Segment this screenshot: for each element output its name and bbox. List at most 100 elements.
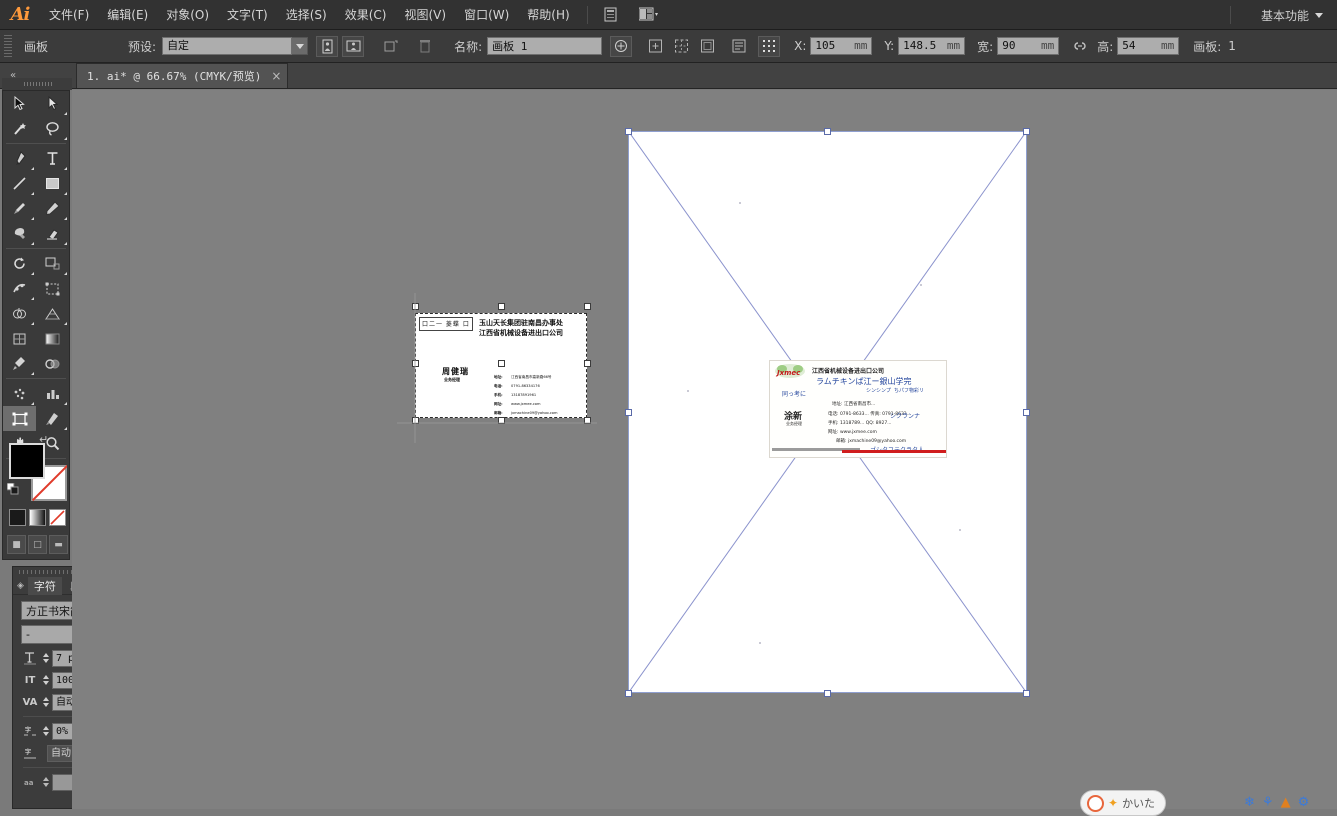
artboard-name-input[interactable] xyxy=(487,37,603,55)
bridge-icon[interactable] xyxy=(600,5,622,25)
gradient-mode-icon[interactable] xyxy=(29,509,46,526)
card-handle-tc[interactable] xyxy=(498,303,505,310)
menu-select[interactable]: 选择(S) xyxy=(277,0,336,30)
card-handle-br[interactable] xyxy=(584,417,591,424)
card-handle-mr[interactable] xyxy=(584,360,591,367)
artboard-handle-bc[interactable] xyxy=(824,690,831,697)
new-artboard-icon[interactable] xyxy=(380,36,402,57)
card-contact-label-4[interactable]: 邮箱: xyxy=(494,411,503,416)
preset-dropdown[interactable]: 自定 xyxy=(162,37,309,55)
card-contact-label-0[interactable]: 地址: xyxy=(494,375,503,380)
card-company-line1[interactable]: 玉山天长集团驻南昌办事处 xyxy=(479,318,563,328)
card-contact-value-1[interactable]: 0791-86334176 xyxy=(511,384,540,388)
perspective-grid-tool[interactable] xyxy=(36,301,69,326)
pencil-tool[interactable] xyxy=(36,196,69,221)
card-contact-value-3[interactable]: www.jxmee.com xyxy=(511,402,541,406)
eyedropper-tool[interactable] xyxy=(3,351,36,376)
artboard-handle-tr[interactable] xyxy=(1023,128,1030,135)
menu-window[interactable]: 窗口(W) xyxy=(455,0,518,30)
lasso-tool[interactable] xyxy=(36,116,69,141)
full-screen-menubar-icon[interactable]: □ xyxy=(28,535,47,554)
artboard-handle-tc[interactable] xyxy=(824,128,831,135)
artboard-handle-tl[interactable] xyxy=(625,128,632,135)
card-contact-label-3[interactable]: 网址: xyxy=(494,402,503,407)
artboard-handle-bl[interactable] xyxy=(625,690,632,697)
pen-tool[interactable] xyxy=(3,146,36,171)
landscape-orientation-icon[interactable] xyxy=(342,35,365,57)
card-handle-bl[interactable] xyxy=(412,417,419,424)
mesh-tool[interactable] xyxy=(3,326,36,351)
tsume-stepper[interactable] xyxy=(41,722,50,740)
document-tab[interactable]: 1. ai* @ 66.67% (CMYK/预览) × xyxy=(76,63,289,88)
reference-point-icon[interactable] xyxy=(758,35,781,57)
width-tool[interactable] xyxy=(3,276,36,301)
artboard-handle-mr[interactable] xyxy=(1023,409,1030,416)
card-contact-label-1[interactable]: 电话: xyxy=(494,384,503,389)
portrait-orientation-icon[interactable] xyxy=(316,35,339,57)
font-size-stepper[interactable] xyxy=(41,649,50,667)
normal-screen-mode-icon[interactable]: ■ xyxy=(7,535,26,554)
menu-edit[interactable]: 编辑(E) xyxy=(98,0,157,30)
rectangle-tool[interactable] xyxy=(36,171,69,196)
center-mark-icon[interactable] xyxy=(644,36,666,57)
cross-hairs-icon[interactable] xyxy=(670,36,692,57)
menu-type[interactable]: 文字(T) xyxy=(218,0,277,30)
blend-tool[interactable] xyxy=(36,351,69,376)
gradient-tool[interactable] xyxy=(36,326,69,351)
direct-selection-tool[interactable] xyxy=(36,91,69,116)
card-contact-value-2[interactable]: 13187891961 xyxy=(511,393,536,397)
width-input[interactable]: 90 mm xyxy=(997,37,1060,55)
menu-object[interactable]: 对象(O) xyxy=(157,0,218,30)
magic-wand-tool[interactable] xyxy=(3,116,36,141)
artboard-handle-br[interactable] xyxy=(1023,690,1030,697)
blob-brush-tool[interactable] xyxy=(3,221,36,246)
line-segment-tool[interactable] xyxy=(3,171,36,196)
toolbar-grip[interactable] xyxy=(2,78,72,90)
menu-file[interactable]: 文件(F) xyxy=(40,0,98,30)
fill-swatch[interactable] xyxy=(9,443,45,479)
control-bar-grip[interactable] xyxy=(4,35,12,57)
flower-icon[interactable]: ⚘ xyxy=(1262,795,1274,810)
panel-expand-icon[interactable]: ◈ xyxy=(17,581,24,591)
card-contact-label-2[interactable]: 手机: xyxy=(494,393,503,398)
kerning-stepper[interactable] xyxy=(41,693,50,711)
y-input[interactable]: 148.5 mm xyxy=(898,37,966,55)
move-copy-artwork-icon[interactable] xyxy=(610,35,633,57)
settings-icon[interactable]: ⚙ xyxy=(1298,795,1310,810)
eraser-tool[interactable] xyxy=(36,221,69,246)
card-handle-center[interactable] xyxy=(498,360,505,367)
constrain-proportions-icon[interactable] xyxy=(1069,36,1091,57)
paw-icon[interactable]: ❄ xyxy=(1244,795,1255,810)
menu-help[interactable]: 帮助(H) xyxy=(518,0,578,30)
tab-character[interactable]: 字符 xyxy=(27,576,62,595)
close-icon[interactable]: × xyxy=(271,69,281,83)
scale-tool[interactable] xyxy=(36,251,69,276)
document-canvas[interactable]: 口二一 菱蝶 口 玉山天长集团驻南昌办事处 江西省机械设备进出口公司 周健瑞 业… xyxy=(72,90,1337,809)
full-screen-icon[interactable]: ▬ xyxy=(49,535,68,554)
extra-left-stepper[interactable] xyxy=(41,773,50,791)
shape-builder-tool[interactable] xyxy=(3,301,36,326)
card-person-title[interactable]: 业务经理 xyxy=(444,377,460,383)
card-company-line2[interactable]: 江西省机械设备进出口公司 xyxy=(479,328,563,338)
menu-view[interactable]: 视图(V) xyxy=(395,0,455,30)
rotate-tool[interactable] xyxy=(3,251,36,276)
video-safe-areas-icon[interactable] xyxy=(696,36,718,57)
type-tool[interactable] xyxy=(36,146,69,171)
card-handle-tl[interactable] xyxy=(412,303,419,310)
selection-tool[interactable] xyxy=(3,91,36,116)
person-icon[interactable]: ▲ xyxy=(1281,795,1291,810)
ime-star-icon[interactable]: ✦ xyxy=(1108,796,1118,810)
default-fill-stroke-icon[interactable] xyxy=(6,482,19,495)
selected-text-frame[interactable]: 口二一 菱蝶 口 xyxy=(419,317,473,331)
ime-toolbar[interactable]: ✦ かいた xyxy=(1080,790,1166,816)
none-mode-icon[interactable] xyxy=(49,509,66,526)
slice-tool[interactable] xyxy=(36,406,69,431)
scanned-reference-card[interactable]: Jxmec 江西省机械设备进出口公司 ラムチキンぱ江ー銀山学完 シンシンプ ちパ… xyxy=(769,360,947,458)
color-mode-icon[interactable] xyxy=(9,509,26,526)
card-handle-tr[interactable] xyxy=(584,303,591,310)
card-handle-ml[interactable] xyxy=(412,360,419,367)
artboard-handle-ml[interactable] xyxy=(625,409,632,416)
free-transform-tool[interactable] xyxy=(36,276,69,301)
delete-artboard-icon[interactable] xyxy=(414,36,436,57)
x-input[interactable]: 105 mm xyxy=(810,37,873,55)
